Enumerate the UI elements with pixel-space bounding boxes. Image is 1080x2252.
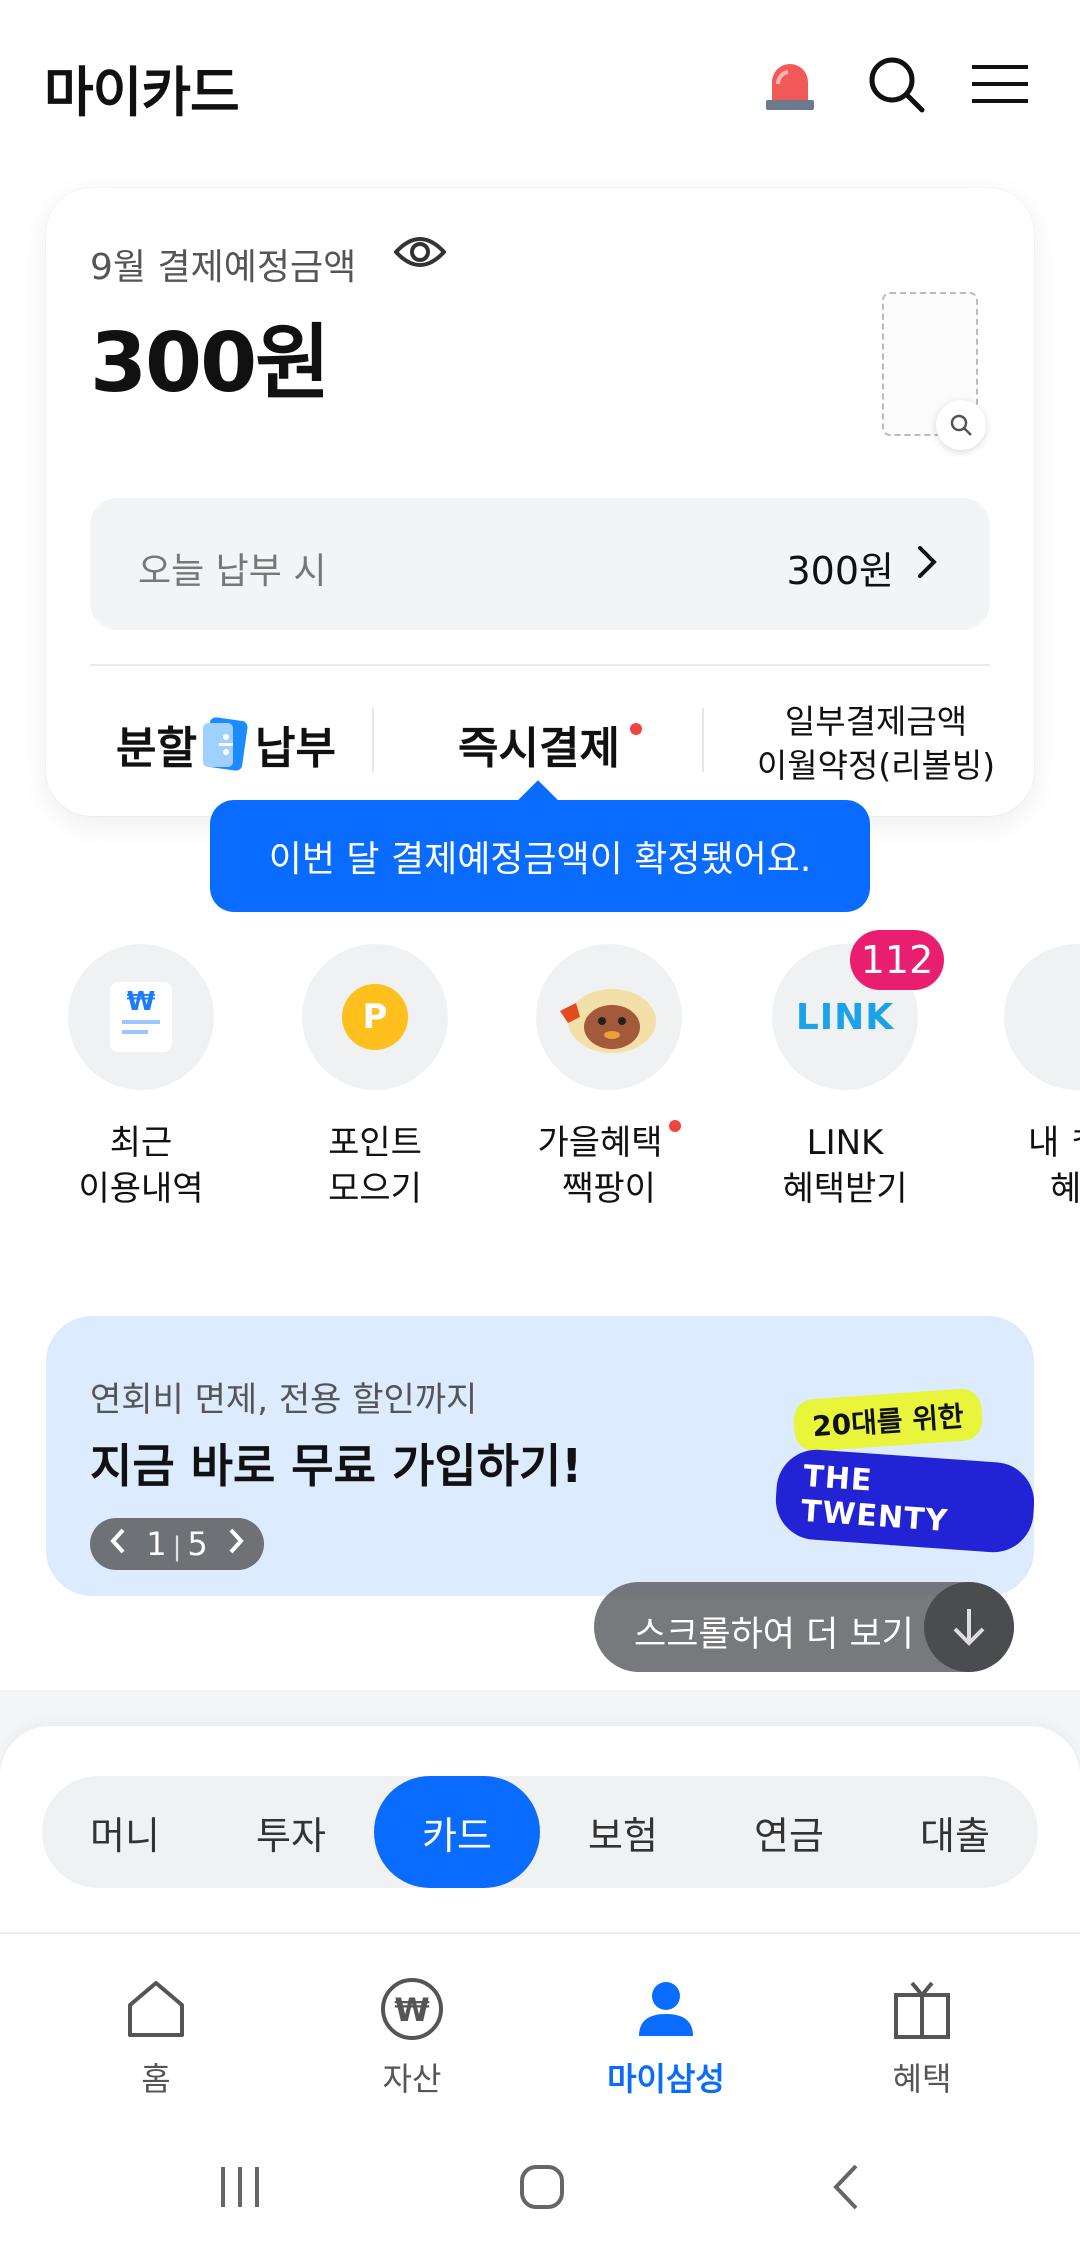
quick-my-card-partial[interactable]: 내 ᄎ 혜	[1004, 944, 1080, 1212]
chevron-right-icon[interactable]	[227, 1525, 245, 1563]
count-badge: 112	[850, 930, 944, 990]
nav-assets-label: 자산	[382, 2060, 442, 2098]
promo-badge-top: 20대를 위한	[792, 1387, 984, 1453]
won-coin-icon: ₩	[322, 1974, 502, 2044]
pay-today-label: 오늘 납부 시	[138, 551, 327, 592]
zoom-icon[interactable]	[936, 400, 986, 450]
scroll-more-hint[interactable]: 스크롤하여 더 보기	[594, 1582, 1014, 1672]
link-logo-text: LINK	[795, 996, 895, 1038]
tab-card[interactable]: 카드	[374, 1776, 540, 1888]
eye-icon[interactable]	[393, 232, 447, 276]
person-icon	[576, 1974, 756, 2044]
scroll-hint-text: 스크롤하여 더 보기	[634, 1615, 914, 1655]
revolving-button[interactable]: 일부결제금액 이월약정(리볼빙)	[726, 698, 1026, 790]
pay-today-row[interactable]: 오늘 납부 시 300원	[90, 498, 990, 630]
nav-assets[interactable]: ₩ 자산	[322, 1974, 502, 2100]
installment-pay-button[interactable]: 분할 납부	[56, 698, 396, 790]
svg-text:₩: ₩	[127, 987, 156, 1017]
nav-benefits[interactable]: 혜택	[832, 1974, 1012, 2100]
quick-label: 짹팡이	[562, 1169, 656, 1209]
alert-siren-icon[interactable]	[756, 50, 824, 118]
tooltip: 이번 달 결제예정금액이 확정됐어요.	[210, 800, 870, 912]
banner-pager[interactable]: 1 | 5	[90, 1518, 264, 1570]
nav-home-label: 홈	[141, 2060, 171, 2098]
point-coin-letter: P	[342, 984, 408, 1050]
installment-label-right: 납부	[255, 723, 336, 774]
revolving-line2: 이월약정(리볼빙)	[756, 746, 996, 785]
nav-my-samsung-label: 마이삼성	[607, 2060, 725, 2098]
pager-current: 1	[146, 1525, 167, 1563]
point-coin-icon: P	[302, 944, 448, 1090]
instant-pay-label: 즉시결제	[458, 723, 620, 774]
payment-card: 9월 결제예정금액 300원 오늘 납부 시 300원 분할 납부 즉시결제 일…	[46, 188, 1034, 816]
category-tabs: 머니 투자 카드 보험 연금 대출	[42, 1776, 1038, 1888]
svg-text:₩: ₩	[394, 1991, 429, 2029]
receipt-won-icon: ₩	[68, 944, 214, 1090]
due-label: 9월 결제예정금액	[90, 247, 357, 288]
new-dot	[629, 723, 642, 735]
nav-benefits-label: 혜택	[892, 2060, 952, 2098]
divider	[702, 708, 704, 772]
card-icon	[1004, 944, 1080, 1090]
page-title: 마이카드	[44, 61, 240, 124]
category-sheet: 머니 투자 카드 보험 연금 대출	[0, 1726, 1080, 1956]
revolving-line1: 일부결제금액	[784, 702, 968, 741]
quick-label: 최근	[109, 1123, 173, 1163]
due-amount: 300원	[90, 316, 331, 411]
divider	[90, 664, 990, 666]
divider	[372, 708, 374, 772]
nav-home[interactable]: 홈	[66, 1974, 246, 2100]
quick-label: 포인트	[328, 1123, 422, 1163]
quick-label: 내 ᄎ	[1028, 1123, 1080, 1163]
gift-icon	[832, 1974, 1012, 2044]
quick-recent-usage[interactable]: ₩ 최근 이용내역	[66, 944, 216, 1212]
tab-loan[interactable]: 대출	[872, 1776, 1038, 1888]
tab-pension[interactable]: 연금	[706, 1776, 872, 1888]
mascot-icon	[536, 944, 682, 1090]
home-button-icon[interactable]	[502, 2152, 582, 2222]
tab-invest[interactable]: 투자	[208, 1776, 374, 1888]
bottom-nav: 홈 ₩ 자산 마이삼성 혜택	[0, 1932, 1080, 2252]
installment-icon	[201, 717, 251, 771]
quick-collect-points[interactable]: P 포인트 모으기	[300, 944, 450, 1212]
quick-autumn-benefit[interactable]: 가을혜택 짹팡이	[534, 944, 684, 1212]
main-screen: 마이카드 9월 결제예정금액 300원 오늘 납부 시 300원 분할 납부 즉…	[0, 0, 1080, 1690]
promo-banner[interactable]: 연회비 면제, 전용 할인까지 지금 바로 무료 가입하기! 1 | 5 20대를 …	[46, 1316, 1034, 1596]
banner-title: 지금 바로 무료 가입하기!	[90, 1439, 583, 1493]
back-icon[interactable]	[806, 2152, 886, 2222]
installment-label-left: 분할	[116, 723, 197, 774]
tab-money[interactable]: 머니	[42, 1776, 208, 1888]
chevron-right-icon	[916, 542, 940, 586]
chevron-left-icon[interactable]	[109, 1525, 127, 1563]
arrow-down-icon	[924, 1582, 1014, 1672]
promo-badge-bottom: THE TWENTY	[773, 1447, 1034, 1555]
tab-insurance[interactable]: 보험	[540, 1776, 706, 1888]
menu-icon[interactable]	[966, 50, 1034, 118]
instant-pay-button[interactable]: 즉시결제	[400, 698, 700, 790]
search-icon[interactable]	[862, 50, 930, 118]
pay-today-amount: 300원	[786, 549, 895, 593]
quick-label: 이용내역	[78, 1169, 204, 1209]
quick-label: LINK	[806, 1123, 884, 1163]
pager-total: 5	[187, 1525, 208, 1563]
quick-label: 모으기	[328, 1169, 422, 1209]
nav-my-samsung[interactable]: 마이삼성	[576, 1974, 756, 2100]
recent-apps-icon[interactable]	[200, 2152, 280, 2222]
banner-subtitle: 연회비 면제, 전용 할인까지	[90, 1380, 478, 1420]
quick-label: 혜	[1050, 1169, 1080, 1209]
new-dot	[668, 1120, 681, 1132]
quick-label: 혜택받기	[782, 1169, 908, 1209]
home-icon	[66, 1974, 246, 2044]
quick-label: 가을혜택	[537, 1123, 663, 1163]
